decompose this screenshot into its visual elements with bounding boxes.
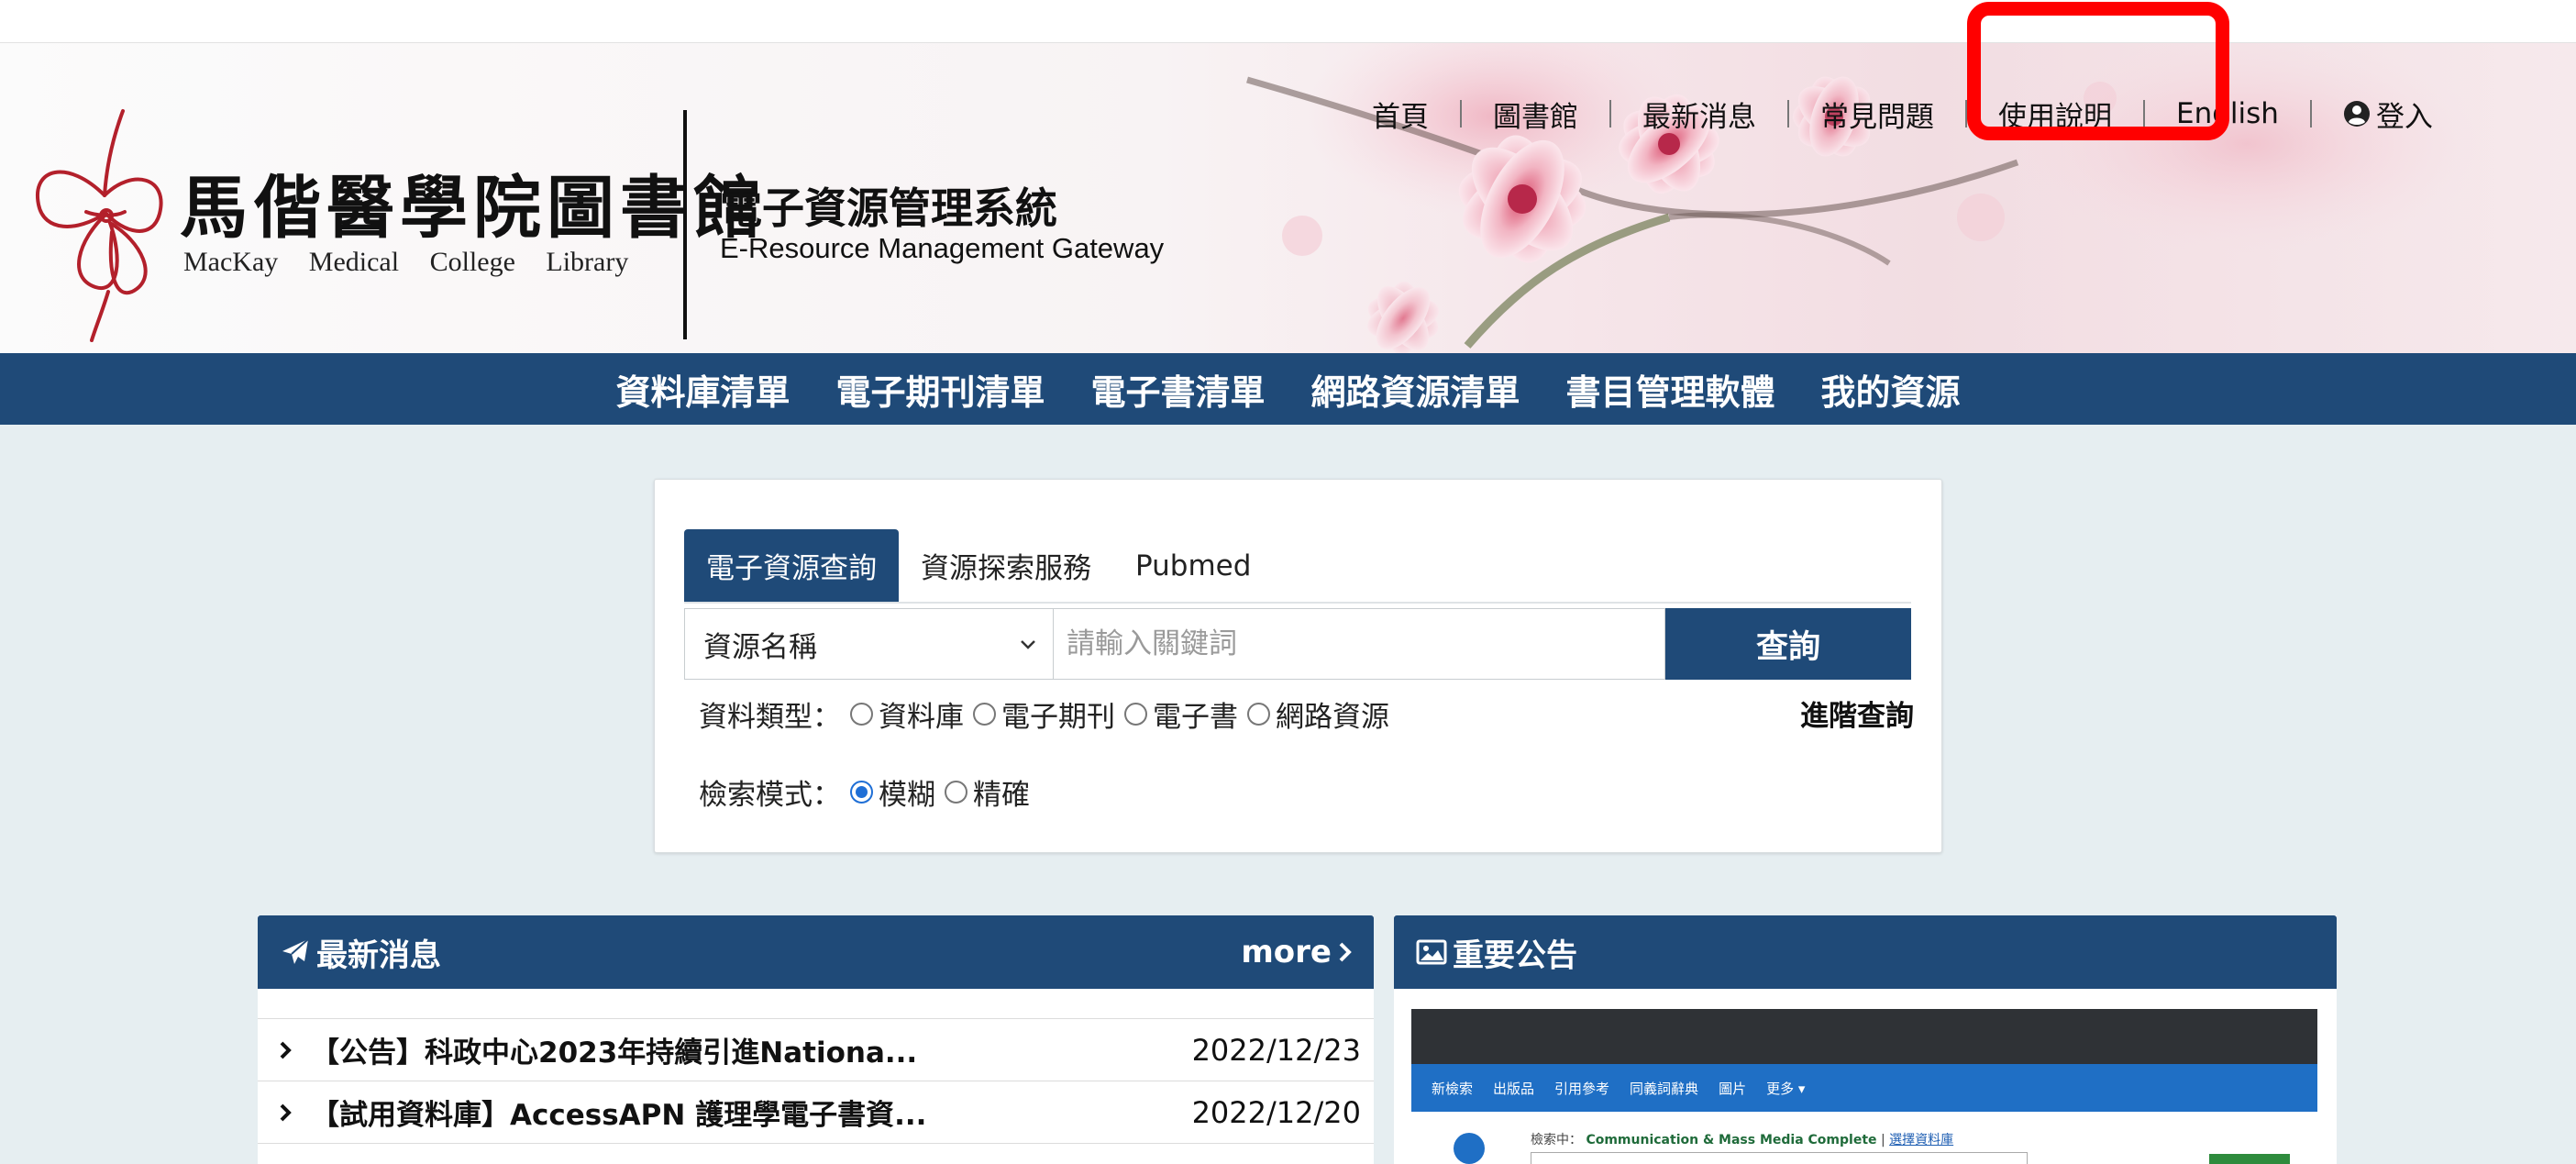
radio-ejournal[interactable] <box>973 703 996 726</box>
library-name-en: MacKay Medical College Library <box>183 247 629 277</box>
system-title-cn: 電子資源管理系統 <box>720 183 1057 233</box>
preview-top-bar <box>1411 1009 2317 1064</box>
image-icon <box>1416 939 1447 965</box>
notice-panel-title: 重要公告 <box>1453 937 1577 974</box>
preview-search-field <box>1531 1152 2028 1164</box>
main-nav-ejournals[interactable]: 電子期刊清單 <box>835 364 1045 415</box>
news-panel-header: 最新消息 more <box>258 915 1374 989</box>
nav-faq-link[interactable]: 常見問題 <box>1789 94 1965 135</box>
chevron-right-icon <box>1339 942 1352 962</box>
nav-news-link[interactable]: 最新消息 <box>1611 94 1787 135</box>
radio-web-resource-label: 網路資源 <box>1276 701 1389 734</box>
preview-search-line: 檢索中： Communication & Mass Media Complete… <box>1531 1133 1954 1147</box>
library-logo-icon <box>35 109 163 342</box>
radio-ejournal-label: 電子期刊 <box>1001 701 1115 734</box>
main-nav-web-resources[interactable]: 網路資源清單 <box>1311 364 1520 415</box>
search-mode-row: 檢索模式： 模糊 精確 <box>699 771 1030 813</box>
search-field-select[interactable]: 資源名稱 <box>684 608 1054 680</box>
main-nav: 資料庫清單 電子期刊清單 電子書清單 網路資源清單 書目管理軟體 我的資源 <box>0 353 2576 425</box>
preview-database-name: Communication & Mass Media Complete <box>1586 1133 1877 1147</box>
main-nav-databases[interactable]: 資料庫清單 <box>615 364 790 415</box>
radio-ebook[interactable] <box>1124 703 1147 726</box>
preview-menu-bar: 新檢索 出版品 引用參考 同義詞辭典 圖片 更多 ▾ <box>1411 1064 2317 1112</box>
login-label: 登入 <box>2375 100 2433 134</box>
preview-menu-item: 同義詞辭典 <box>1630 1080 1699 1097</box>
search-mode-label: 檢索模式： <box>699 779 841 812</box>
news-item-date: 2022/12/20 <box>1191 1094 1361 1130</box>
notice-panel: 重要公告 新檢索 出版品 引用參考 同義詞辭典 圖片 更多 ▾ 檢索中： Com… <box>1394 915 2337 1164</box>
news-list: 【公告】科政中心2023年持續引進Nationa... 2022/12/23 【… <box>258 1018 1374 1144</box>
preview-menu-item: 圖片 <box>1719 1080 1747 1097</box>
resource-type-label: 資料類型： <box>699 701 841 734</box>
radio-fuzzy-label: 模糊 <box>879 779 935 812</box>
news-item-title: 【公告】科政中心2023年持續引進Nationa... <box>311 1037 918 1070</box>
radio-web-resource[interactable] <box>1247 703 1270 726</box>
chevron-right-icon <box>280 1041 292 1059</box>
news-panel-title: 最新消息 <box>316 937 441 974</box>
radio-fuzzy[interactable] <box>850 781 873 804</box>
news-more-link[interactable]: more <box>1241 934 1354 970</box>
nav-login-link[interactable]: 登入 <box>2312 94 2464 135</box>
chevron-right-icon <box>280 1103 292 1121</box>
preview-menu-item: 引用參考 <box>1554 1080 1610 1097</box>
preview-search-prefix: 檢索中： <box>1531 1133 1582 1147</box>
library-name-cn: 馬偕醫學院圖書館 <box>180 169 767 248</box>
guide-highlight-box <box>1967 2 2229 140</box>
resource-type-row: 資料類型： 資料庫 電子期刊 電子書 網路資源 <box>699 693 1389 735</box>
preview-menu-item: 更多 ▾ <box>1766 1080 1806 1097</box>
preview-logo-icon <box>1454 1133 1485 1164</box>
radio-exact-label: 精確 <box>973 779 1030 812</box>
news-panel: 最新消息 more 【公告】科政中心2023年持續引進Nationa... 20… <box>258 915 1374 1164</box>
chevron-down-icon <box>1021 640 1035 649</box>
header-divider <box>683 110 687 339</box>
main-nav-my-resources[interactable]: 我的資源 <box>1821 364 1961 415</box>
radio-database-label: 資料庫 <box>879 701 964 734</box>
utility-nav: 首頁 圖書館 最新消息 常見問題 使用說明 English 登入 <box>1341 93 2464 135</box>
radio-database[interactable] <box>850 703 873 726</box>
search-tabs: 電子資源查詢 資源探索服務 Pubmed <box>684 510 1911 604</box>
nav-home-link[interactable]: 首頁 <box>1341 94 1460 135</box>
search-field-value: 資源名稱 <box>703 630 817 664</box>
system-title-en: E-Resource Management Gateway <box>720 232 1165 264</box>
main-nav-ebooks[interactable]: 電子書清單 <box>1090 364 1265 415</box>
nav-library-link[interactable]: 圖書館 <box>1462 94 1609 135</box>
preview-choose-db: 選擇資料庫 <box>1889 1133 1954 1147</box>
news-list-item[interactable]: 【公告】科政中心2023年持續引進Nationa... 2022/12/23 <box>258 1019 1374 1081</box>
news-item-date: 2022/12/23 <box>1191 1032 1361 1068</box>
more-label: more <box>1241 934 1332 970</box>
search-button[interactable]: 查詢 <box>1665 608 1911 680</box>
cherry-blossom-banner-image <box>1246 43 2485 353</box>
news-item-title: 【試用資料庫】AccessAPN 護理學電子書資... <box>311 1099 927 1132</box>
paper-plane-icon <box>282 938 309 964</box>
news-list-item[interactable]: 【試用資料庫】AccessAPN 護理學電子書資... 2022/12/20 <box>258 1081 1374 1144</box>
radio-ebook-label: 電子書 <box>1153 701 1238 734</box>
preview-menu-item: 出版品 <box>1493 1080 1535 1097</box>
advanced-search-link[interactable]: 進階查詢 <box>1800 693 1914 734</box>
search-card: 電子資源查詢 資源探索服務 Pubmed 資源名稱 查詢 資料類型： 資料庫 電… <box>654 479 1942 853</box>
preview-search-button <box>2209 1154 2290 1164</box>
tab-discovery-service[interactable]: 資源探索服務 <box>899 529 1113 602</box>
search-input[interactable] <box>1054 608 1665 680</box>
tab-pubmed[interactable]: Pubmed <box>1113 529 1273 602</box>
user-circle-icon <box>2343 101 2370 127</box>
main-nav-reference-software[interactable]: 書目管理軟體 <box>1566 364 1775 415</box>
notice-panel-header: 重要公告 <box>1394 915 2337 989</box>
search-row: 資源名稱 查詢 <box>684 608 1911 680</box>
notice-preview-image[interactable]: 新檢索 出版品 引用參考 同義詞辭典 圖片 更多 ▾ 檢索中： Communic… <box>1411 1009 2317 1164</box>
radio-exact[interactable] <box>945 781 967 804</box>
preview-menu-item: 新檢索 <box>1432 1080 1474 1097</box>
tab-eresource-search[interactable]: 電子資源查詢 <box>684 529 899 602</box>
